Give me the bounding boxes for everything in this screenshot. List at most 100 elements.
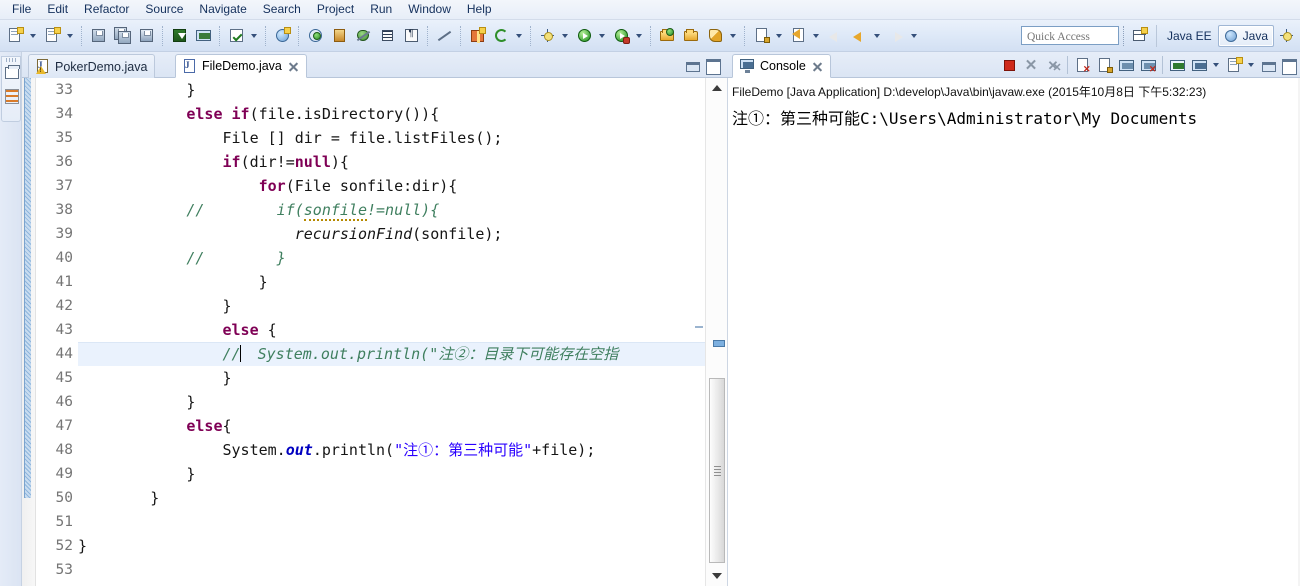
code-line[interactable]: } [78,294,705,318]
display-selected-console-dropdown[interactable] [1210,54,1221,76]
run-dropdown-icon[interactable] [596,25,607,47]
show-console-when-output-changes-button[interactable] [1115,54,1137,76]
toggle-mark-occurrences-icon[interactable] [225,25,247,47]
restore-views-icon[interactable] [5,65,20,79]
debug-dropdown-icon[interactable] [559,25,570,47]
menu-item-help[interactable]: Help [459,0,500,19]
open-console-view-button[interactable] [1188,54,1210,76]
menu-item-project[interactable]: Project [309,0,362,19]
code-line[interactable]: recursionFind(sonfile); [78,222,705,246]
perspective-java-button[interactable]: Java [1217,24,1274,47]
editor-tab-filedemo[interactable]: J FileDemo.java [175,54,307,78]
code-line[interactable]: } [78,390,705,414]
new-wizard-icon[interactable] [4,25,26,47]
code-line[interactable]: else if(file.isDirectory()){ [78,102,705,126]
remove-all-terminated-button[interactable]: ✕ ✕ [1042,54,1064,76]
open-console-button[interactable] [1223,54,1245,76]
menu-item-refactor[interactable]: Refactor [76,0,137,19]
external-tools-icon[interactable] [328,25,350,47]
quick-access-input[interactable] [1020,26,1119,45]
scroll-down-arrow[interactable] [709,568,725,584]
previous-annotation-icon[interactable] [787,25,809,47]
clear-console-button[interactable]: ✕ [1071,54,1093,76]
code-line[interactable]: } [78,270,705,294]
refresh-icon[interactable] [490,25,512,47]
minimize-console-button[interactable] [1258,56,1278,74]
editor-tab-pokerdemo[interactable]: J PokerDemo.java [28,54,156,78]
scroll-up-arrow[interactable] [709,80,725,96]
perspective-java-ee-button[interactable]: Java EE [1161,25,1218,47]
code-editor[interactable]: 33 34 35 36 37 38 39 40 41 42 43 44 45 46 47 48 49 50 51 52… [22,78,728,586]
back-history-icon[interactable] [848,25,870,47]
open-perspective-icon[interactable] [1129,25,1151,47]
new-java-class-dropdown-icon[interactable] [64,25,75,47]
new-java-class-icon[interactable] [41,25,63,47]
pin-console-button[interactable]: ✕ [1137,54,1159,76]
console-output-area[interactable]: FileDemo [Java Application] D:\develop\J… [728,78,1300,586]
code-line[interactable]: // System.out.println("注②：目录下可能存在空指 [78,342,705,366]
display-selected-console-button[interactable] [1166,54,1188,76]
back-dropdown-icon[interactable] [871,25,882,47]
terminate-button[interactable] [998,54,1020,76]
maximize-console-button[interactable] [1278,56,1298,75]
run-external-icon[interactable] [610,25,632,47]
import-icon[interactable] [168,25,190,47]
drag-handle[interactable] [6,58,18,62]
code-line[interactable]: // if(sonfile!=null){ [78,198,705,222]
run-icon[interactable] [573,25,595,47]
save-all-icon[interactable] [111,25,133,47]
open-type-icon[interactable] [656,25,678,47]
todo-marker[interactable] [713,340,725,347]
open-console-dropdown[interactable] [1245,54,1256,76]
previous-annotation-dropdown-icon[interactable] [810,25,821,47]
close-icon[interactable] [812,61,823,72]
print-icon[interactable] [135,25,157,47]
skip-breakpoints-icon[interactable] [352,25,374,47]
code-line[interactable]: } [78,534,705,558]
menu-item-file[interactable]: File [4,0,39,19]
code-line[interactable]: else{ [78,414,705,438]
refresh-dropdown-icon[interactable] [513,25,524,47]
menu-item-navigate[interactable]: Navigate [191,0,254,19]
annotation-ruler[interactable] [22,78,36,586]
console-tab[interactable]: Console [732,54,831,78]
remove-launch-button[interactable]: ✕ [1020,54,1042,76]
code-line[interactable]: // } [78,246,705,270]
search-icon[interactable] [304,25,326,47]
forward-icon[interactable] [885,25,907,47]
new-plugin-icon[interactable] [466,25,488,47]
mark-occurrences-dropdown-icon[interactable] [248,25,259,47]
menu-item-source[interactable]: Source [137,0,191,19]
code-line[interactable]: } [78,366,705,390]
debug-icon[interactable] [536,25,558,47]
open-task-icon[interactable] [680,25,702,47]
code-line[interactable]: if(dir!=null){ [78,150,705,174]
menu-item-run[interactable]: Run [362,0,400,19]
code-line[interactable] [78,510,705,534]
menu-item-window[interactable]: Window [400,0,459,19]
maximize-editor-button[interactable] [702,56,722,75]
menu-item-edit[interactable]: Edit [39,0,76,19]
code-line[interactable]: } [78,486,705,510]
code-line[interactable]: System.out.println("注①：第三种可能"+file); [78,438,705,462]
coverage-icon[interactable] [704,25,726,47]
menu-item-search[interactable]: Search [255,0,309,19]
code-line[interactable]: else { [78,318,705,342]
code-line[interactable]: } [78,78,705,102]
next-annotation-dropdown-icon[interactable] [773,25,784,47]
toggle-breakpoint-icon[interactable] [433,25,455,47]
save-icon[interactable] [87,25,109,47]
code-line[interactable]: } [78,462,705,486]
new-java-project-icon[interactable] [271,25,293,47]
customize-perspective-icon[interactable] [1275,25,1297,47]
code-line[interactable] [78,558,705,582]
show-whitespace-icon[interactable] [400,25,422,47]
code-line[interactable]: for(File sonfile:dir){ [78,174,705,198]
minimize-editor-button[interactable] [682,56,702,74]
new-wizard-dropdown-icon[interactable] [27,25,38,47]
editor-vertical-scrollbar[interactable] [705,78,727,586]
code-line[interactable]: File [] dir = file.listFiles(); [78,126,705,150]
run-external-dropdown-icon[interactable] [633,25,644,47]
forward-dropdown-icon[interactable] [908,25,919,47]
next-annotation-icon[interactable] [750,25,772,47]
